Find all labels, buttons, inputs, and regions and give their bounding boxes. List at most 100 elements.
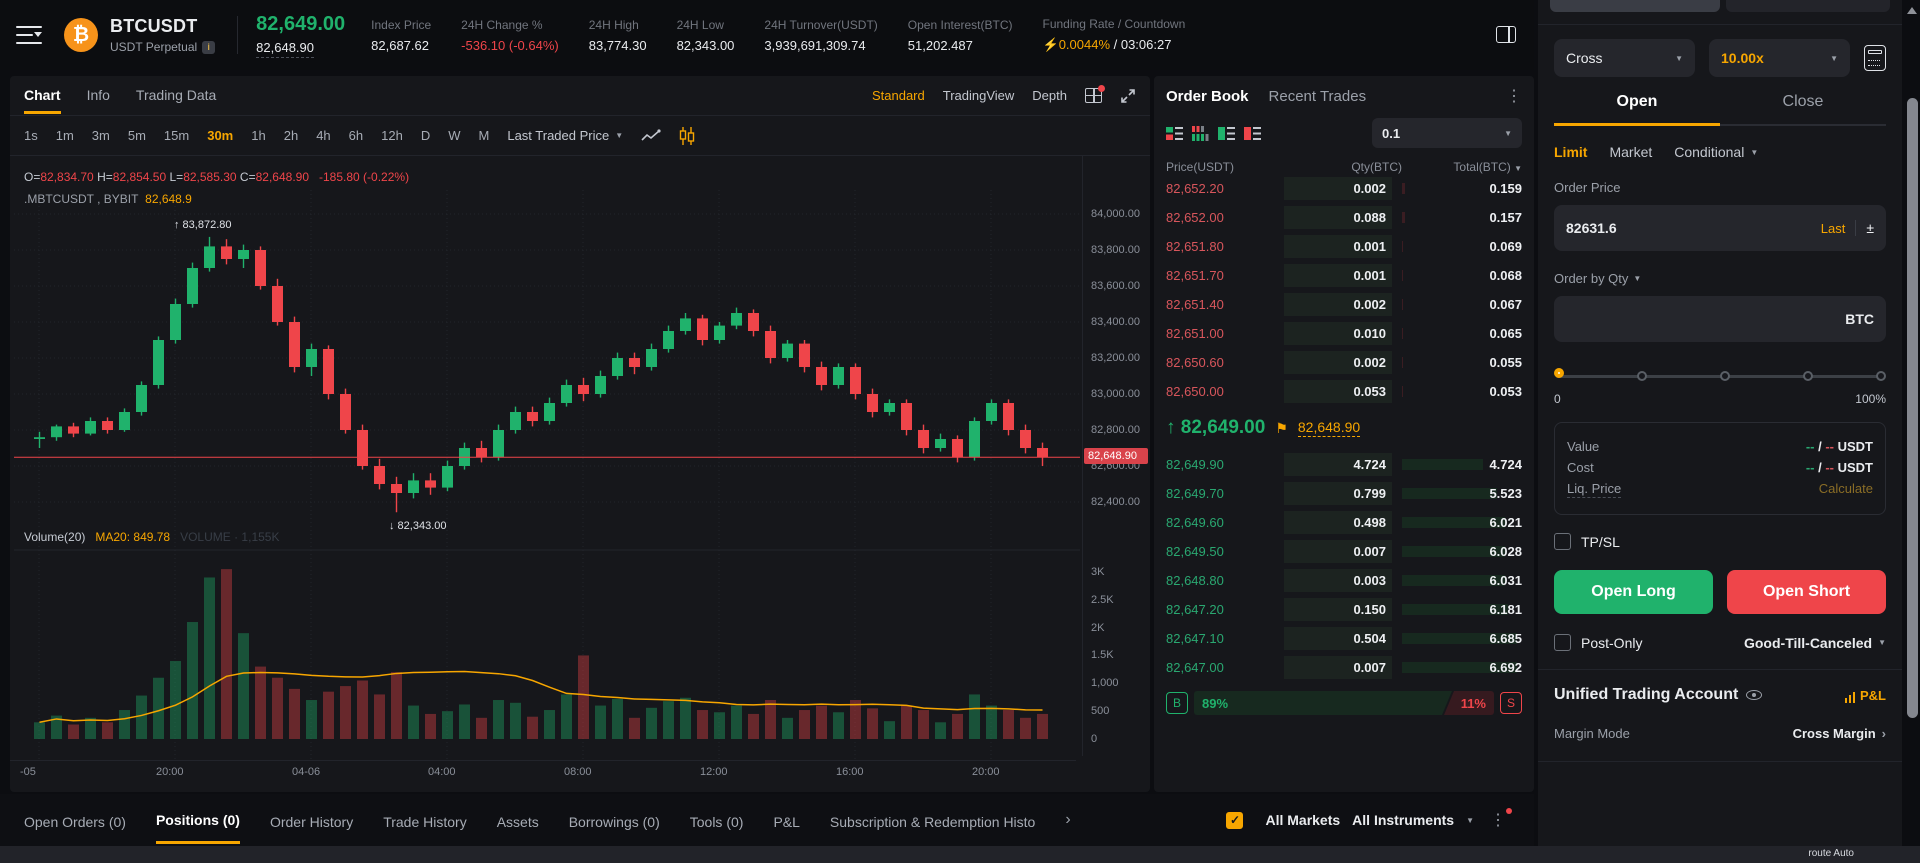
ob-mode-asks-icon[interactable] [1244,126,1261,141]
timeframe-4h[interactable]: 4h [316,128,330,143]
ask-row[interactable]: 82,651.00 0.010 0.065 [1166,319,1522,348]
bottom-tab-tools-0-[interactable]: Tools (0) [690,798,744,843]
margin-mode-select[interactable]: Cross ▼ [1554,39,1695,77]
bottom-tab-p-l[interactable]: P&L [773,798,799,843]
timeframe-5m[interactable]: 5m [128,128,146,143]
ask-row[interactable]: 82,652.00 0.088 0.157 [1166,203,1522,232]
order-price-input[interactable]: 82631.6 Last ± [1554,205,1886,251]
timeframe-2h[interactable]: 2h [284,128,298,143]
fullscreen-icon[interactable] [1120,88,1136,104]
chevron-down-icon[interactable]: ▼ [1633,274,1641,283]
ob-mode-both-icon[interactable] [1166,126,1183,141]
timeframe-6h[interactable]: 6h [349,128,363,143]
bid-row[interactable]: 82,647.20 0.150 6.181 [1166,595,1522,624]
bid-row[interactable]: 82,647.10 0.504 6.685 [1166,624,1522,653]
ask-row[interactable]: 82,651.40 0.002 0.067 [1166,290,1522,319]
liq-price-calculate[interactable]: Calculate [1819,481,1873,498]
ob-mode-depth-icon[interactable] [1192,125,1209,141]
open-short-button[interactable]: Open Short [1727,570,1886,614]
use-last-price-button[interactable]: Last [1821,221,1846,236]
time-axis[interactable]: -05 20:00 04-06 04:00 08:00 12:00 16:00 20:00 [10,760,1076,780]
candlestick-icon[interactable] [679,126,695,145]
tabs-overflow-chevron-icon[interactable]: › [1065,811,1070,829]
timeframe-3m[interactable]: 3m [92,128,110,143]
bid-row[interactable]: 82,647.00 0.007 6.692 [1166,653,1522,682]
symbol-block[interactable]: BTCUSDT USDT Perpetual i [110,16,216,54]
ask-row[interactable]: 82,651.70 0.001 0.068 [1166,261,1522,290]
tab-close[interactable]: Close [1720,93,1886,126]
slider-stop-25[interactable] [1637,371,1647,381]
candlestick-chart-svg[interactable] [14,160,1080,760]
price-axis[interactable]: 84,000.00 83,800.00 83,600.00 83,400.00 83,2… [1082,156,1148,756]
eye-icon[interactable] [1746,690,1763,700]
bottom-tab-subscription-redemption-histo[interactable]: Subscription & Redemption Histo [830,798,1035,843]
kebab-menu-icon[interactable]: ⋮ [1506,86,1522,106]
bid-row[interactable]: 82,649.90 4.724 4.724 [1166,450,1522,479]
scrollbar-thumb[interactable] [1907,98,1918,718]
tpsl-checkbox[interactable] [1554,533,1571,550]
line-chart-icon[interactable] [641,128,661,143]
order-type-market[interactable]: Market [1609,144,1652,160]
qty-slider[interactable] [1554,368,1886,384]
margin-mode-value[interactable]: Cross Margin › [1793,726,1886,741]
timeframe-30m[interactable]: 30m [207,128,233,143]
bid-row[interactable]: 82,649.60 0.498 6.021 [1166,508,1522,537]
tab-open[interactable]: Open [1554,93,1720,126]
bottom-tab-borrowings-0-[interactable]: Borrowings (0) [569,798,660,843]
calculator-icon[interactable] [1864,45,1886,71]
view-mode-depth[interactable]: Depth [1032,88,1067,103]
bottom-tab-order-history[interactable]: Order History [270,798,353,843]
ob-mode-bids-icon[interactable] [1218,126,1235,141]
qty-input[interactable]: BTC [1554,296,1886,342]
ob-last-price[interactable]: ↑ 82,649.00 [1166,417,1265,439]
ob-mark-price[interactable]: 82,648.90 [1297,419,1361,437]
tab-recent-trades[interactable]: Recent Trades [1269,88,1367,105]
ask-row[interactable]: 82,652.20 0.002 0.159 [1166,174,1522,203]
timeframe-1m[interactable]: 1m [56,128,74,143]
bottom-tab-open-orders-0-[interactable]: Open Orders (0) [24,798,126,843]
slider-stop-75[interactable] [1803,371,1813,381]
price-type-select[interactable]: Last Traded Price ▼ [507,128,623,143]
bid-row[interactable]: 82,649.50 0.007 6.028 [1166,537,1522,566]
menu-icon[interactable] [16,26,42,45]
view-mode-standard[interactable]: Standard [872,88,925,103]
sort-caret-icon[interactable]: ▼ [1514,164,1522,173]
view-mode-tradingview[interactable]: TradingView [943,88,1015,103]
grouping-select[interactable]: 0.1 ▼ [1372,118,1522,148]
slider-stop-100[interactable] [1876,371,1886,381]
timeframe-15m[interactable]: 15m [164,128,189,143]
bottom-tab-positions-0-[interactable]: Positions (0) [155,796,240,844]
info-icon[interactable]: i [202,40,216,54]
timeframe-12h[interactable]: 12h [381,128,403,143]
bid-row[interactable]: 82,649.70 0.799 5.523 [1166,479,1522,508]
pnl-link[interactable]: P&L [1844,688,1886,703]
tab-trading-data[interactable]: Trading Data [136,77,216,114]
slider-handle[interactable] [1554,368,1564,378]
bid-row[interactable]: 82,648.80 0.003 6.031 [1166,566,1522,595]
price-chart[interactable]: O=82,834.70 H=82,854.50 L=82,585.30 C=82… [10,156,1150,790]
timeframe-d[interactable]: D [421,128,430,143]
tab-order-book[interactable]: Order Book [1166,88,1249,105]
timeframe-1s[interactable]: 1s [24,128,38,143]
post-only-checkbox[interactable] [1554,634,1571,651]
timeframe-m[interactable]: M [479,128,490,143]
order-type-limit[interactable]: Limit [1554,144,1587,160]
order-type-conditional[interactable]: Conditional ▼ [1674,144,1758,160]
open-long-button[interactable]: Open Long [1554,570,1713,614]
kebab-menu-icon[interactable]: ⋮ [1486,808,1512,830]
ask-row[interactable]: 82,651.80 0.001 0.069 [1166,232,1522,261]
all-markets-checkbox[interactable]: ✓ [1226,811,1244,829]
bottom-tab-assets[interactable]: Assets [497,798,539,843]
scrollbar-up-icon[interactable] [1907,2,1917,14]
time-in-force-select[interactable]: Good-Till-Canceled ▼ [1744,635,1886,651]
leverage-select[interactable]: 10.00x ▼ [1709,39,1850,77]
layout-toggle-icon[interactable] [1496,26,1516,43]
timeframe-w[interactable]: W [448,128,460,143]
tab-chart[interactable]: Chart [24,77,61,114]
ask-row[interactable]: 82,650.00 0.053 0.053 [1166,377,1522,406]
all-instruments-select[interactable]: All Instruments [1352,812,1454,828]
ask-row[interactable]: 82,650.60 0.002 0.055 [1166,348,1522,377]
timeframe-1h[interactable]: 1h [251,128,265,143]
layout-grid-icon[interactable] [1085,85,1105,103]
tab-info[interactable]: Info [87,77,110,114]
